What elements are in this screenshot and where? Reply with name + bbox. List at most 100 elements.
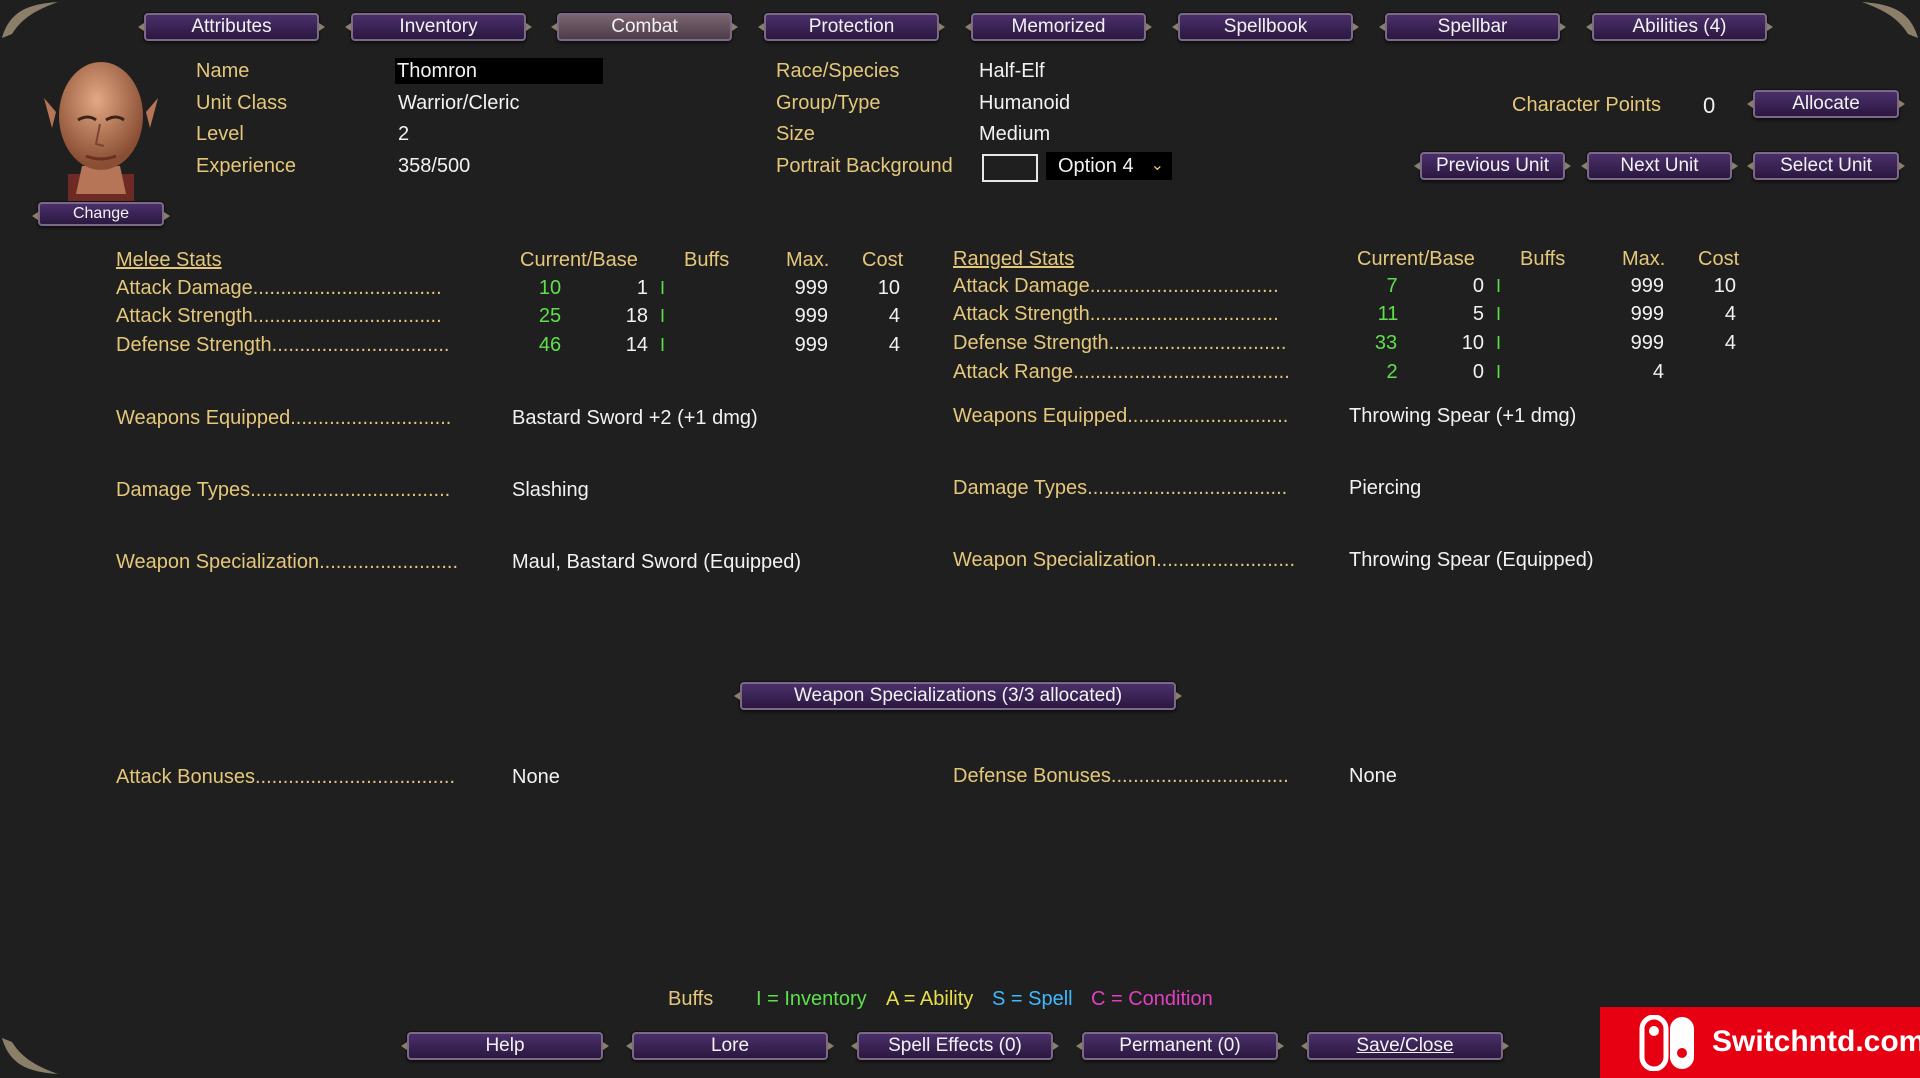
melee-damage-types-value: Slashing [512, 479, 589, 501]
level-value: 2 [398, 123, 410, 145]
ranged-attack-range-label: Attack Range............................… [953, 361, 1290, 383]
ranged-attack-range-buff: I [1496, 362, 1502, 382]
melee-defense-strength-max: 999 [794, 334, 828, 356]
race-label: Race/Species [776, 60, 900, 82]
tab-protection[interactable]: Protection [764, 13, 939, 41]
melee-attack-damage-cost: 10 [877, 277, 900, 299]
melee-attack-strength-base: 18 [625, 305, 648, 327]
defense-bonuses-value: None [1349, 765, 1397, 787]
melee-attack-strength-current: 25 [538, 305, 562, 327]
race-value: Half-Elf [979, 60, 1045, 82]
portrait-background-swatch[interactable] [982, 154, 1038, 182]
ranged-stats-title: Ranged Stats [953, 248, 1075, 270]
corner-ornament-icon [2, 2, 58, 38]
melee-attack-strength-label: Attack Strength.........................… [116, 305, 442, 327]
weapon-specializations-button[interactable]: Weapon Specializations (3/3 allocated) [740, 682, 1176, 710]
change-portrait-button[interactable]: Change [38, 202, 164, 226]
experience-label: Experience [196, 155, 297, 177]
melee-defense-strength-label: Defense Strength........................… [116, 334, 450, 356]
tab-attributes[interactable]: Attributes [144, 13, 319, 41]
buffs-legend-title: Buffs [668, 988, 714, 1010]
melee-weapons-label: Weapons Equipped........................… [116, 407, 452, 429]
permanent-button[interactable]: Permanent (0) [1082, 1032, 1278, 1060]
character-points-label: Character Points [1512, 94, 1661, 116]
size-label: Size [776, 123, 815, 145]
melee-specialization-value: Maul, Bastard Sword (Equipped) [512, 551, 802, 573]
unit-class-label: Unit Class [196, 92, 288, 114]
watermark-text: Switchntd.com [1712, 1025, 1920, 1058]
group-value: Humanoid [979, 92, 1071, 114]
character-portrait-icon [44, 62, 158, 204]
size-value: Medium [979, 123, 1051, 145]
select-unit-button[interactable]: Select Unit [1753, 152, 1899, 180]
ranged-weapons-value: Throwing Spear (+1 dmg) [1349, 405, 1577, 427]
attack-bonuses-label: Attack Bonuses..........................… [116, 766, 456, 788]
melee-attack-damage-base: 1 [636, 277, 648, 299]
portrait [38, 54, 164, 204]
tab-abilities[interactable]: Abilities (4) [1592, 13, 1767, 41]
melee-defense-strength-cost: 4 [888, 334, 900, 356]
name-field[interactable]: Thomron [395, 58, 603, 84]
melee-defense-strength-base: 14 [625, 334, 648, 356]
corner-ornament-icon [1862, 2, 1918, 38]
save-close-button[interactable]: Save/Close [1307, 1032, 1503, 1060]
melee-stats-title: Melee Stats [116, 249, 222, 271]
help-button[interactable]: Help [407, 1032, 603, 1060]
ranged-defense-strength-cost: 4 [1724, 332, 1736, 354]
melee-attack-strength-cost: 4 [888, 305, 900, 327]
melee-attack-damage-buff: I [660, 278, 666, 298]
ranged-defense-strength-base: 10 [1461, 332, 1484, 354]
legend-inventory: I = Inventory [756, 988, 867, 1010]
ranged-weapons-label: Weapons Equipped........................… [953, 405, 1289, 427]
melee-weapons-value: Bastard Sword +2 (+1 dmg) [512, 407, 758, 429]
ranged-attack-range-base: 0 [1472, 361, 1484, 383]
switch-logo-icon [1639, 1015, 1694, 1071]
melee-damage-types-label: Damage Types............................… [116, 479, 451, 501]
experience-value: 358/500 [398, 155, 471, 177]
unit-class-value: Warrior/Cleric [398, 92, 520, 114]
ranged-attack-damage-max: 999 [1630, 275, 1664, 297]
ranged-attack-damage-current: 7 [1386, 275, 1398, 297]
ranged-defense-strength-label: Defense Strength........................… [953, 332, 1287, 354]
ranged-defense-strength-buff: I [1496, 333, 1502, 353]
melee-specialization-label: Weapon Specialization...................… [116, 551, 459, 573]
ranged-specialization-label: Weapon Specialization...................… [953, 549, 1296, 571]
melee-attack-damage-current: 10 [538, 277, 562, 299]
previous-unit-button[interactable]: Previous Unit [1420, 152, 1565, 180]
attack-bonuses-value: None [512, 766, 560, 788]
portrait-background-label: Portrait Background [776, 155, 953, 177]
corner-ornament-icon [2, 1038, 58, 1074]
ranged-col-max: Max. [1622, 248, 1666, 270]
lore-button[interactable]: Lore [632, 1032, 828, 1060]
ranged-specialization-value: Throwing Spear (Equipped) [1349, 549, 1594, 571]
ranged-attack-strength-label: Attack Strength.........................… [953, 303, 1279, 325]
tab-combat[interactable]: Combat [557, 13, 732, 41]
defense-bonuses-label: Defense Bonuses.........................… [953, 765, 1289, 787]
tab-inventory[interactable]: Inventory [351, 13, 526, 41]
melee-defense-strength-buff: I [660, 335, 666, 355]
ranged-col-buffs: Buffs [1520, 248, 1566, 270]
ranged-defense-strength-current: 33 [1374, 332, 1398, 354]
legend-condition: C = Condition [1091, 988, 1213, 1010]
spell-effects-button[interactable]: Spell Effects (0) [857, 1032, 1053, 1060]
portrait-background-select[interactable]: Option 4 ⌄ [1046, 152, 1172, 180]
tab-memorized[interactable]: Memorized [971, 13, 1146, 41]
chevron-down-icon: ⌄ [1150, 157, 1164, 174]
allocate-button[interactable]: Allocate [1753, 90, 1899, 118]
character-points-value: 0 [1703, 93, 1716, 118]
tab-spellbar[interactable]: Spellbar [1385, 13, 1560, 41]
ranged-damage-types-label: Damage Types............................… [953, 477, 1288, 499]
ranged-attack-strength-buff: I [1496, 304, 1502, 324]
melee-attack-strength-buff: I [660, 306, 666, 326]
melee-col-cost: Cost [862, 249, 904, 271]
melee-col-current-base: Current/Base [520, 249, 638, 271]
ranged-attack-damage-cost: 10 [1713, 275, 1736, 297]
melee-attack-damage-max: 999 [794, 277, 828, 299]
melee-attack-damage-label: Attack Damage...........................… [116, 277, 442, 299]
ranged-attack-strength-current: 11 [1377, 303, 1399, 325]
tab-spellbook[interactable]: Spellbook [1178, 13, 1353, 41]
next-unit-button[interactable]: Next Unit [1587, 152, 1732, 180]
ranged-attack-damage-buff: I [1496, 276, 1502, 296]
ranged-defense-strength-max: 999 [1630, 332, 1664, 354]
ranged-col-current-base: Current/Base [1357, 248, 1475, 270]
